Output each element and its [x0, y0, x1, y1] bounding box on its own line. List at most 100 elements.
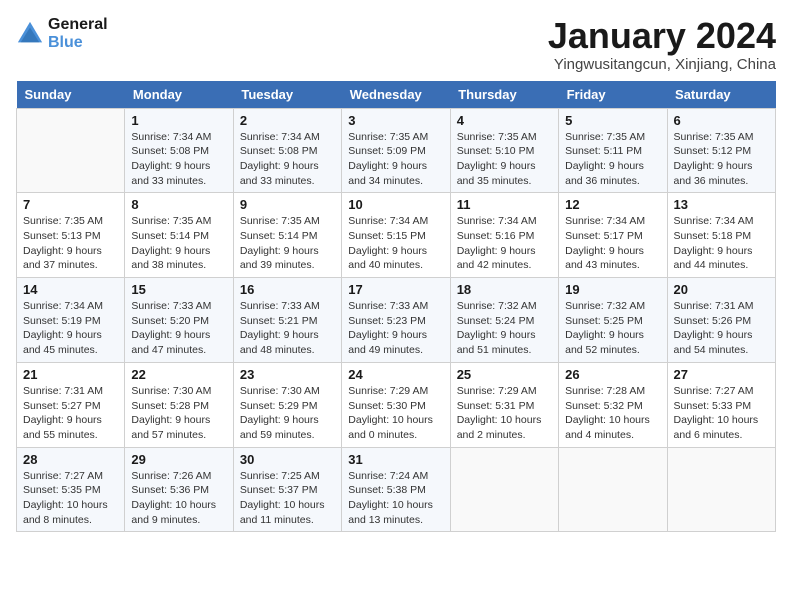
day-info: Sunrise: 7:29 AMSunset: 5:30 PMDaylight:…	[348, 384, 443, 443]
calendar-cell	[667, 447, 775, 532]
day-info: Sunrise: 7:34 AMSunset: 5:18 PMDaylight:…	[674, 214, 769, 273]
week-row: 21 Sunrise: 7:31 AMSunset: 5:27 PMDayligh…	[17, 362, 776, 447]
calendar-cell: 11 Sunrise: 7:34 AMSunset: 5:16 PMDayligh…	[450, 193, 558, 278]
day-header-saturday: Saturday	[667, 81, 775, 109]
day-info: Sunrise: 7:35 AMSunset: 5:09 PMDaylight:…	[348, 130, 443, 189]
calendar-cell: 16 Sunrise: 7:33 AMSunset: 5:21 PMDayligh…	[233, 278, 341, 363]
day-info: Sunrise: 7:32 AMSunset: 5:25 PMDaylight:…	[565, 299, 660, 358]
calendar-cell: 13 Sunrise: 7:34 AMSunset: 5:18 PMDayligh…	[667, 193, 775, 278]
day-number: 30	[240, 452, 335, 467]
day-info: Sunrise: 7:34 AMSunset: 5:19 PMDaylight:…	[23, 299, 118, 358]
day-info: Sunrise: 7:30 AMSunset: 5:28 PMDaylight:…	[131, 384, 226, 443]
title-block: January 2024 Yingwusitangcun, Xinjiang, …	[548, 16, 776, 73]
calendar-cell: 20 Sunrise: 7:31 AMSunset: 5:26 PMDayligh…	[667, 278, 775, 363]
calendar-cell: 15Sunrise: 7:33 AMSunset: 5:20 PMDayligh…	[125, 278, 233, 363]
day-info: Sunrise: 7:35 AMSunset: 5:12 PMDaylight:…	[674, 130, 769, 189]
calendar-cell: 27 Sunrise: 7:27 AMSunset: 5:33 PMDayligh…	[667, 362, 775, 447]
calendar-cell: 14 Sunrise: 7:34 AMSunset: 5:19 PMDayligh…	[17, 278, 125, 363]
day-info: Sunrise: 7:34 AMSunset: 5:17 PMDaylight:…	[565, 214, 660, 273]
day-header-tuesday: Tuesday	[233, 81, 341, 109]
calendar-cell: 5Sunrise: 7:35 AMSunset: 5:11 PMDaylight…	[559, 108, 667, 193]
subtitle: Yingwusitangcun, Xinjiang, China	[548, 56, 776, 73]
day-info: Sunrise: 7:29 AMSunset: 5:31 PMDaylight:…	[457, 384, 552, 443]
day-number: 5	[565, 113, 660, 128]
calendar-cell: 18 Sunrise: 7:32 AMSunset: 5:24 PMDayligh…	[450, 278, 558, 363]
day-info: Sunrise: 7:34 AMSunset: 5:08 PMDaylight:…	[131, 130, 226, 189]
day-info: Sunrise: 7:32 AMSunset: 5:24 PMDaylight:…	[457, 299, 552, 358]
logo: General Blue	[16, 16, 108, 51]
day-number: 21	[23, 367, 118, 382]
day-info: Sunrise: 7:31 AMSunset: 5:27 PMDaylight:…	[23, 384, 118, 443]
day-info: Sunrise: 7:27 AMSunset: 5:33 PMDaylight:…	[674, 384, 769, 443]
main-title: January 2024	[548, 16, 776, 56]
calendar-cell: 2Sunrise: 7:34 AMSunset: 5:08 PMDaylight…	[233, 108, 341, 193]
calendar-table: SundayMondayTuesdayWednesdayThursdayFrid…	[16, 81, 776, 533]
calendar-cell	[450, 447, 558, 532]
day-header-monday: Monday	[125, 81, 233, 109]
day-info: Sunrise: 7:35 AMSunset: 5:13 PMDaylight:…	[23, 214, 118, 273]
week-row: 7 Sunrise: 7:35 AMSunset: 5:13 PMDaylight…	[17, 193, 776, 278]
day-info: Sunrise: 7:34 AMSunset: 5:15 PMDaylight:…	[348, 214, 443, 273]
day-header-friday: Friday	[559, 81, 667, 109]
calendar-cell: 6 Sunrise: 7:35 AMSunset: 5:12 PMDaylight…	[667, 108, 775, 193]
day-number: 2	[240, 113, 335, 128]
day-number: 25	[457, 367, 552, 382]
day-number: 12	[565, 197, 660, 212]
day-number: 13	[674, 197, 769, 212]
day-info: Sunrise: 7:31 AMSunset: 5:26 PMDaylight:…	[674, 299, 769, 358]
calendar-cell: 10 Sunrise: 7:34 AMSunset: 5:15 PMDayligh…	[342, 193, 450, 278]
page-header: General Blue January 2024 Yingwusitangcu…	[16, 16, 776, 73]
day-number: 14	[23, 282, 118, 297]
day-number: 28	[23, 452, 118, 467]
day-number: 24	[348, 367, 443, 382]
day-info: Sunrise: 7:30 AMSunset: 5:29 PMDaylight:…	[240, 384, 335, 443]
calendar-cell: 28 Sunrise: 7:27 AMSunset: 5:35 PMDayligh…	[17, 447, 125, 532]
day-header-wednesday: Wednesday	[342, 81, 450, 109]
calendar-cell: 4Sunrise: 7:35 AMSunset: 5:10 PMDaylight…	[450, 108, 558, 193]
calendar-cell: 23 Sunrise: 7:30 AMSunset: 5:29 PMDayligh…	[233, 362, 341, 447]
calendar-cell: 24 Sunrise: 7:29 AMSunset: 5:30 PMDayligh…	[342, 362, 450, 447]
day-number: 20	[674, 282, 769, 297]
day-header-sunday: Sunday	[17, 81, 125, 109]
calendar-cell: 21 Sunrise: 7:31 AMSunset: 5:27 PMDayligh…	[17, 362, 125, 447]
day-info: Sunrise: 7:24 AMSunset: 5:38 PMDaylight:…	[348, 469, 443, 528]
calendar-cell	[17, 108, 125, 193]
day-info: Sunrise: 7:35 AMSunset: 5:14 PMDaylight:…	[240, 214, 335, 273]
day-info: Sunrise: 7:25 AMSunset: 5:37 PMDaylight:…	[240, 469, 335, 528]
day-info: Sunrise: 7:33 AMSunset: 5:21 PMDaylight:…	[240, 299, 335, 358]
day-header-thursday: Thursday	[450, 81, 558, 109]
calendar-cell: 17Sunrise: 7:33 AMSunset: 5:23 PMDayligh…	[342, 278, 450, 363]
logo-icon	[16, 20, 44, 48]
day-number: 27	[674, 367, 769, 382]
day-number: 29	[131, 452, 226, 467]
calendar-cell: 12 Sunrise: 7:34 AMSunset: 5:17 PMDayligh…	[559, 193, 667, 278]
day-info: Sunrise: 7:34 AMSunset: 5:16 PMDaylight:…	[457, 214, 552, 273]
day-number: 11	[457, 197, 552, 212]
day-info: Sunrise: 7:26 AMSunset: 5:36 PMDaylight:…	[131, 469, 226, 528]
day-number: 8	[131, 197, 226, 212]
calendar-cell: 26Sunrise: 7:28 AMSunset: 5:32 PMDayligh…	[559, 362, 667, 447]
calendar-cell: 29 Sunrise: 7:26 AMSunset: 5:36 PMDayligh…	[125, 447, 233, 532]
calendar-cell: 19 Sunrise: 7:32 AMSunset: 5:25 PMDayligh…	[559, 278, 667, 363]
day-info: Sunrise: 7:28 AMSunset: 5:32 PMDaylight:…	[565, 384, 660, 443]
day-info: Sunrise: 7:27 AMSunset: 5:35 PMDaylight:…	[23, 469, 118, 528]
day-number: 23	[240, 367, 335, 382]
calendar-cell: 25 Sunrise: 7:29 AMSunset: 5:31 PMDayligh…	[450, 362, 558, 447]
day-info: Sunrise: 7:33 AMSunset: 5:23 PMDaylight:…	[348, 299, 443, 358]
calendar-cell: 1Sunrise: 7:34 AMSunset: 5:08 PMDaylight…	[125, 108, 233, 193]
day-number: 18	[457, 282, 552, 297]
calendar-cell: 7 Sunrise: 7:35 AMSunset: 5:13 PMDaylight…	[17, 193, 125, 278]
logo-text: General Blue	[48, 16, 108, 51]
week-row: 1Sunrise: 7:34 AMSunset: 5:08 PMDaylight…	[17, 108, 776, 193]
day-number: 22	[131, 367, 226, 382]
calendar-cell: 22 Sunrise: 7:30 AMSunset: 5:28 PMDayligh…	[125, 362, 233, 447]
day-number: 7	[23, 197, 118, 212]
day-number: 19	[565, 282, 660, 297]
calendar-cell: 9Sunrise: 7:35 AMSunset: 5:14 PMDaylight…	[233, 193, 341, 278]
day-number: 4	[457, 113, 552, 128]
day-number: 10	[348, 197, 443, 212]
day-number: 6	[674, 113, 769, 128]
day-info: Sunrise: 7:35 AMSunset: 5:14 PMDaylight:…	[131, 214, 226, 273]
calendar-cell: 30 Sunrise: 7:25 AMSunset: 5:37 PMDayligh…	[233, 447, 341, 532]
day-number: 16	[240, 282, 335, 297]
